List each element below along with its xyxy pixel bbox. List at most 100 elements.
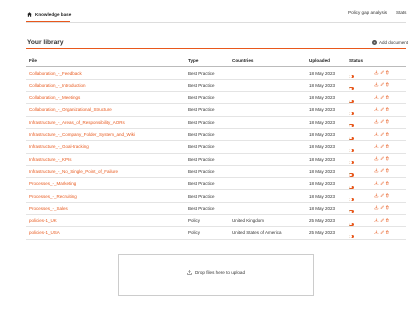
download-icon[interactable] (374, 82, 379, 87)
file-dropzone[interactable]: Drop files here to upload (118, 254, 314, 296)
document-type: Best Practice (188, 107, 215, 113)
file-link[interactable]: Processes_-_Recruiting (29, 194, 77, 199)
download-icon[interactable] (374, 131, 379, 137)
file-link[interactable]: policies-1_USA (29, 230, 60, 235)
delete-icon[interactable] (385, 82, 390, 87)
active-toggle[interactable] (349, 148, 354, 152)
table-row: Infrastructure_-_No_Single_Point_of_Fail… (26, 165, 406, 179)
download-icon[interactable] (374, 70, 379, 75)
file-link[interactable]: Infrastructure_-_Areas_of_Responsibility… (29, 120, 125, 125)
upload-date: 18 May 2023 (309, 181, 336, 187)
top-navigation: Knowledge base Policy gap analysis Stats (0, 0, 416, 24)
download-icon[interactable] (374, 107, 379, 112)
row-actions (374, 70, 390, 75)
document-country: United States of America (232, 230, 282, 236)
file-link[interactable]: Infrastructure_-_Goal-tracking (29, 144, 89, 149)
row-actions (374, 156, 390, 161)
delete-icon[interactable] (385, 181, 390, 186)
upload-date: 18 May 2023 (309, 193, 336, 199)
download-icon[interactable] (374, 205, 379, 210)
edit-icon[interactable] (380, 168, 385, 173)
edit-icon[interactable] (380, 181, 385, 186)
active-toggle[interactable] (349, 136, 354, 140)
delete-icon[interactable] (385, 70, 390, 75)
edit-icon[interactable] (380, 119, 385, 124)
download-icon[interactable] (374, 95, 379, 100)
file-link[interactable]: Collaboration_-_Introduction (29, 83, 86, 88)
upload-date: 18 May 2023 (309, 107, 336, 113)
nav-tab-knowledge-base[interactable]: Knowledge base (27, 8, 71, 20)
edit-icon[interactable] (380, 131, 385, 137)
file-link[interactable]: Collaboration_-_Meetings (29, 95, 80, 100)
row-actions (374, 193, 390, 198)
active-toggle[interactable] (349, 210, 354, 214)
column-header-uploaded[interactable]: Uploaded (309, 58, 330, 63)
row-actions (374, 131, 390, 137)
active-toggle[interactable] (349, 161, 354, 165)
column-header-file[interactable]: File (29, 58, 37, 63)
delete-icon[interactable] (385, 107, 390, 112)
download-icon[interactable] (374, 144, 379, 149)
active-toggle[interactable] (349, 234, 354, 239)
edit-icon[interactable] (380, 94, 385, 100)
delete-icon[interactable] (385, 95, 390, 100)
table-row: Processes_-_Marketing Best Practice 18 May… (26, 177, 406, 191)
active-toggle[interactable] (349, 222, 354, 226)
delete-icon[interactable] (385, 230, 390, 235)
upload-date: 18 May 2023 (309, 70, 336, 76)
row-actions (374, 230, 390, 235)
download-icon[interactable] (374, 193, 379, 198)
file-link[interactable]: Processes_-_Marketing (29, 181, 76, 186)
upload-date: 18 May 2023 (309, 95, 336, 101)
edit-icon[interactable] (380, 217, 385, 223)
table-row: Infrastructure_-_KPIs Best Practice 18 May… (26, 153, 406, 166)
delete-icon[interactable] (385, 218, 390, 223)
column-header-type[interactable]: Type (188, 58, 198, 63)
active-toggle[interactable] (349, 185, 354, 189)
file-link[interactable]: Infrastructure_-_Company_Folder_System_a… (29, 132, 135, 137)
file-link[interactable]: Collaboration_-_Organizational_Structure (29, 107, 112, 112)
file-link[interactable]: Collaboration_-_Feedback (29, 71, 82, 76)
edit-icon[interactable] (380, 82, 385, 87)
download-icon[interactable] (374, 156, 379, 161)
delete-icon[interactable] (385, 193, 390, 198)
column-header-countries[interactable]: Countries (232, 58, 253, 63)
delete-icon[interactable] (385, 144, 390, 149)
file-link[interactable]: Processes_-_Sales (29, 206, 68, 211)
active-toggle[interactable] (349, 173, 354, 177)
delete-icon[interactable] (385, 205, 390, 210)
active-toggle[interactable] (349, 99, 354, 103)
download-icon[interactable] (374, 168, 379, 173)
edit-icon[interactable] (380, 156, 385, 161)
delete-icon[interactable] (385, 156, 390, 161)
nav-tab-stats[interactable]: Stats (396, 10, 406, 15)
edit-icon[interactable] (380, 193, 385, 198)
active-toggle[interactable] (349, 124, 354, 128)
file-link[interactable]: Infrastructure_-_No_Single_Point_of_Fail… (29, 169, 118, 174)
file-link[interactable]: policies-1_UK (29, 218, 57, 223)
active-toggle[interactable] (349, 111, 354, 116)
upload-date: 18 May 2023 (309, 205, 336, 211)
active-toggle[interactable] (349, 198, 354, 202)
document-type: Best Practice (188, 95, 215, 101)
download-icon[interactable] (374, 230, 379, 235)
active-toggle[interactable] (349, 75, 354, 79)
delete-icon[interactable] (385, 119, 390, 124)
delete-icon[interactable] (385, 131, 390, 137)
nav-tab-policy-gap-analysis[interactable]: Policy gap analysis (348, 10, 387, 15)
edit-icon[interactable] (380, 70, 385, 75)
download-icon[interactable] (374, 218, 379, 223)
upload-date: 18 May 2023 (309, 156, 336, 162)
file-link[interactable]: Infrastructure_-_KPIs (29, 157, 72, 162)
add-document-button[interactable]: + Add document (372, 40, 408, 45)
download-icon[interactable] (374, 119, 379, 124)
active-toggle[interactable] (349, 87, 354, 91)
delete-icon[interactable] (385, 168, 390, 173)
column-header-status[interactable]: Status (349, 58, 363, 63)
document-country: United Kingdom (232, 218, 265, 224)
edit-icon[interactable] (380, 144, 385, 149)
edit-icon[interactable] (380, 205, 385, 210)
download-icon[interactable] (374, 181, 379, 186)
edit-icon[interactable] (380, 107, 385, 112)
edit-icon[interactable] (380, 230, 385, 235)
